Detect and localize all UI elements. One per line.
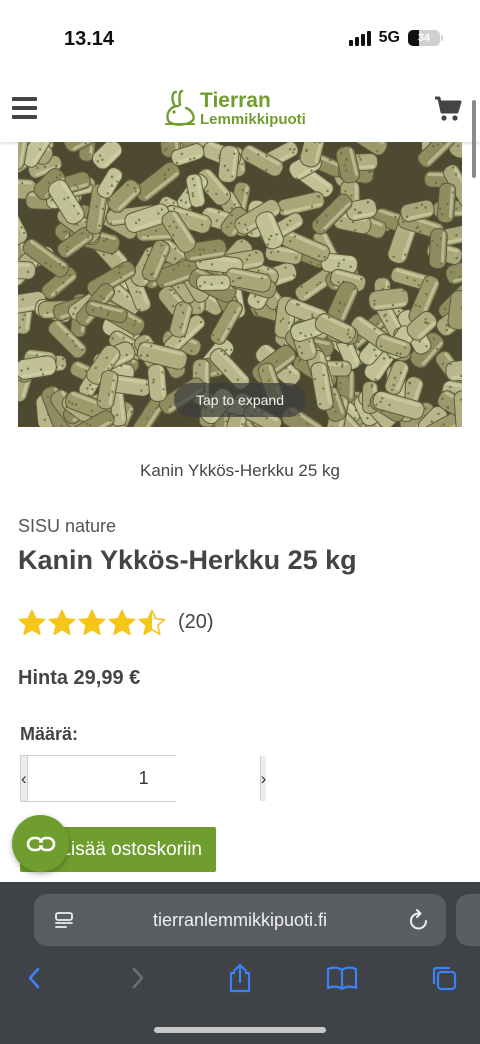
quantity-stepper: ‹ › bbox=[20, 755, 267, 802]
image-caption: Kanin Ykkös-Herkku 25 kg bbox=[139, 461, 340, 480]
tabs-icon[interactable] bbox=[424, 960, 464, 996]
address-bar[interactable]: tierranlemmikkipuoti.fi bbox=[34, 894, 446, 946]
status-indicators: 5G 34 bbox=[348, 29, 443, 47]
star-full-icon bbox=[78, 609, 106, 635]
browser-toolbar: tierranlemmikkipuoti.fi bbox=[0, 882, 480, 1044]
product-rating[interactable]: (20) bbox=[18, 609, 214, 636]
url-text: tierranlemmikkipuoti.fi bbox=[152, 909, 328, 930]
star-full-icon bbox=[108, 609, 136, 635]
link-chain-icon bbox=[26, 836, 55, 851]
page-scroll-indicator bbox=[472, 100, 476, 178]
product-title: Kanin Ykkös-Herkku 25 kg bbox=[18, 545, 357, 575]
status-time: 13.14 bbox=[64, 28, 115, 50]
shopping-cart-icon[interactable] bbox=[434, 96, 462, 127]
site-header: Tierran Lemmikkipuoti bbox=[0, 80, 480, 142]
cellular-signal-icon bbox=[348, 30, 371, 46]
bookmarks-icon[interactable] bbox=[322, 960, 362, 996]
home-indicator bbox=[154, 1027, 326, 1033]
next-tab-preview[interactable] bbox=[456, 894, 480, 946]
battery-level: 34 bbox=[417, 32, 431, 44]
star-rating bbox=[18, 609, 166, 636]
star-full-icon bbox=[48, 609, 76, 635]
star-half-icon bbox=[138, 609, 166, 635]
tap-to-expand-button[interactable]: Tap to expand bbox=[174, 383, 306, 417]
reload-icon[interactable] bbox=[408, 908, 430, 932]
forward-icon[interactable] bbox=[118, 960, 158, 996]
back-icon[interactable] bbox=[14, 960, 54, 996]
logo-text-lemmikkipuoti: Lemmikkipuoti bbox=[200, 110, 306, 128]
review-count[interactable]: (20) bbox=[178, 611, 214, 634]
product-brand[interactable]: SISU nature bbox=[18, 516, 116, 537]
browser-nav-toolbar bbox=[0, 960, 480, 1000]
network-type: 5G bbox=[378, 29, 400, 46]
site-logo[interactable]: Tierran Lemmikkipuoti bbox=[162, 88, 306, 128]
quantity-input[interactable] bbox=[26, 756, 261, 801]
hamburger-menu-icon[interactable] bbox=[12, 97, 37, 119]
status-bar: 13.14 5G 34 bbox=[0, 0, 480, 80]
rabbit-logo-icon bbox=[165, 89, 195, 126]
add-to-cart-label: Lisää ostoskoriin bbox=[60, 838, 202, 860]
battery-icon: 34 bbox=[408, 30, 443, 46]
product-price: Hinta 29,99 € bbox=[18, 667, 141, 689]
accessibility-widget-button[interactable] bbox=[12, 815, 69, 872]
star-full-icon bbox=[18, 609, 46, 635]
quantity-increment-button[interactable]: › bbox=[260, 756, 267, 801]
logo-text-tierran: Tierran bbox=[200, 88, 271, 112]
quantity-label: Määrä: bbox=[20, 724, 79, 744]
product-image[interactable]: Tap to expand bbox=[18, 142, 462, 427]
share-icon[interactable] bbox=[220, 960, 260, 996]
